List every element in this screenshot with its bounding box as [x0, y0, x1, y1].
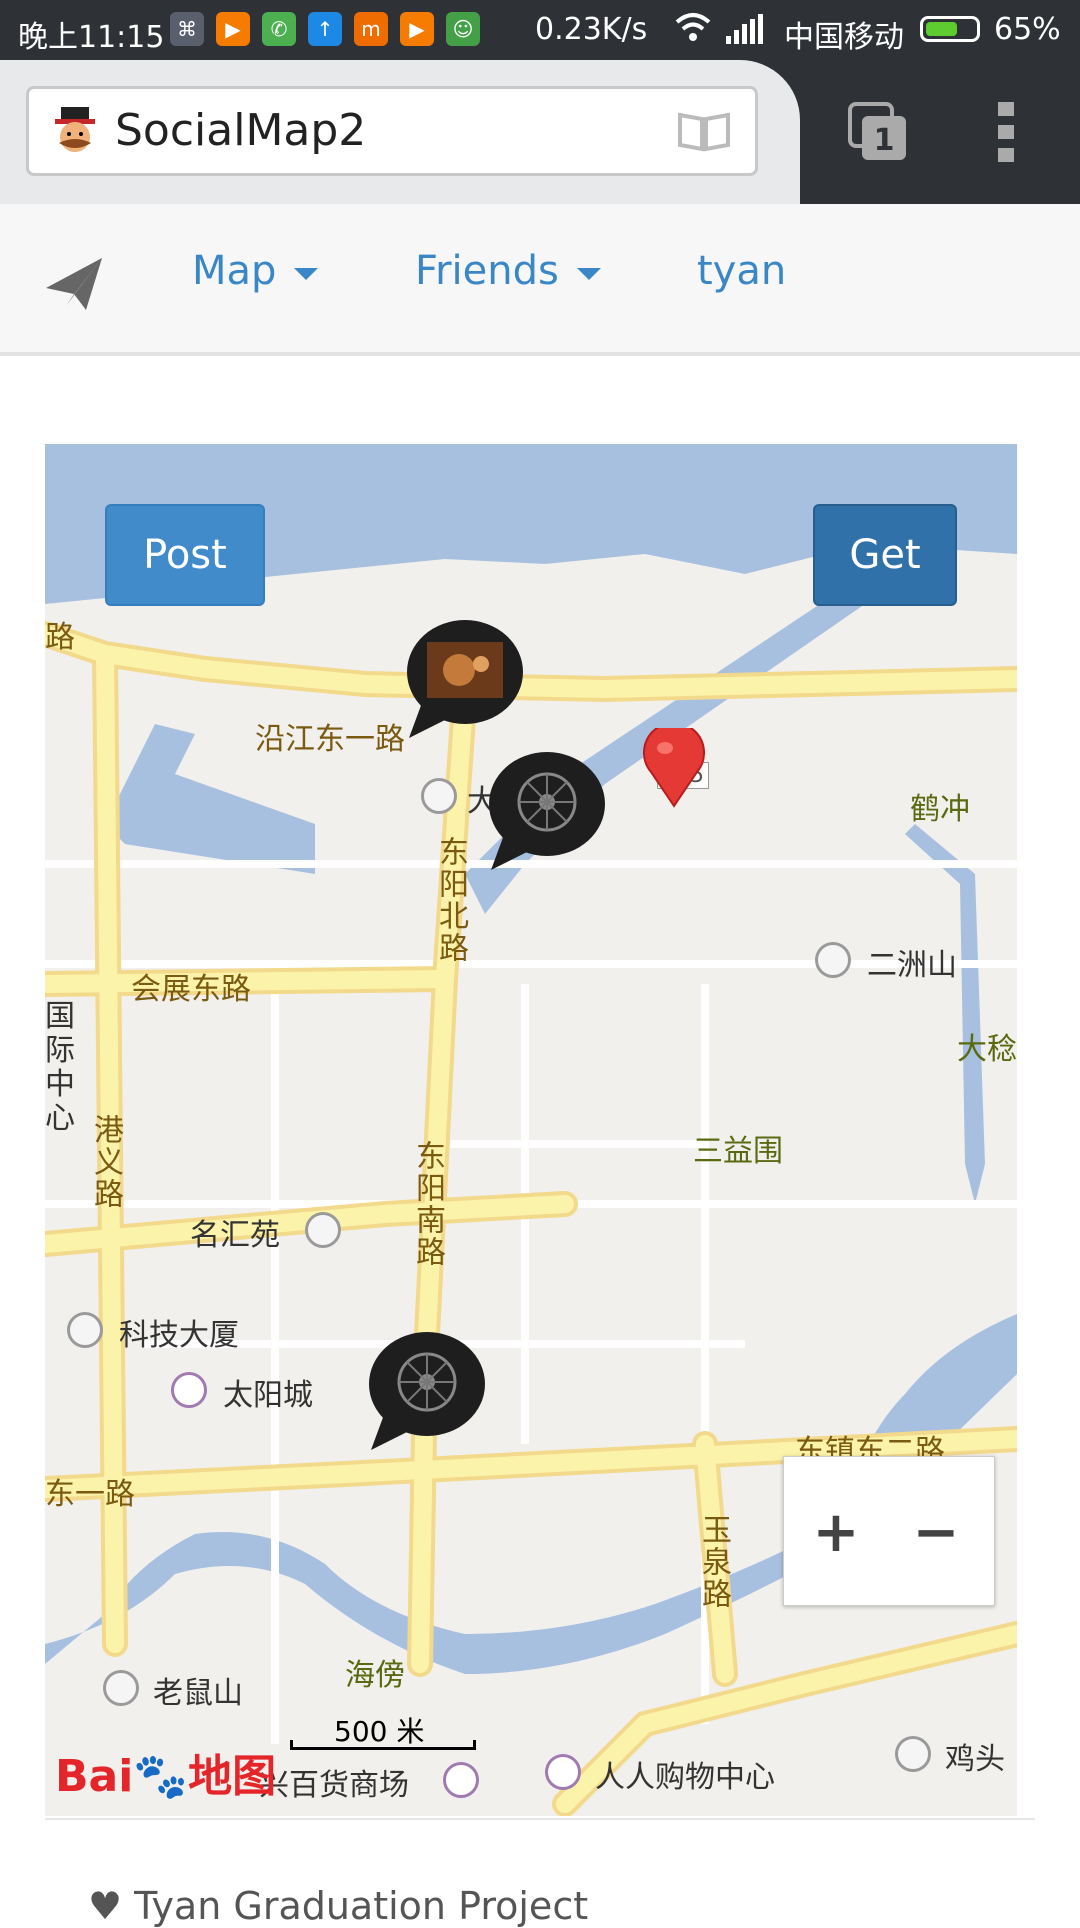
get-button[interactable]: Get [813, 504, 957, 606]
chevron-down-icon [294, 268, 319, 280]
poi-label-laoshushan: 老鼠山 [153, 1676, 243, 1711]
mountain-icon [421, 778, 457, 814]
tab-switcher-button[interactable]: 1 [848, 102, 908, 162]
nav-friends-dropdown[interactable]: Friends [415, 248, 601, 294]
mountain-icon [895, 1736, 931, 1772]
friend-post-marker[interactable] [483, 752, 609, 872]
place-label-dawen: 大稔 [957, 1032, 1017, 1067]
battery-percent: 65% [994, 12, 1061, 47]
mountain-icon [815, 942, 851, 978]
post-button[interactable]: Post [105, 504, 265, 606]
poi-label-guoji: 国际中心 [45, 999, 75, 1136]
poi-label-jitou: 鸡头 [945, 1742, 1005, 1777]
road-label-yuquan: 玉泉路 [696, 1514, 731, 1610]
map-view[interactable]: 路 沿江东一路 会展东路 东阳北路 东阳南路 港义路 玉泉路 东一路 东镇东二路… [45, 444, 1017, 1816]
poi-label-erzhoushan: 二洲山 [867, 948, 957, 983]
app-notification-icon: ⌘ [170, 12, 204, 46]
overflow-menu-icon[interactable] [996, 100, 1016, 164]
building-icon [67, 1312, 103, 1348]
wifi-icon [675, 12, 711, 52]
android-app-icon: ☺ [446, 12, 480, 46]
paper-plane-icon[interactable] [44, 254, 104, 314]
place-label-haibang: 海傍 [345, 1658, 405, 1693]
baidu-map-logo: Bai🐾地图 [55, 1740, 276, 1804]
url-bar[interactable]: SocialMap2 [26, 86, 758, 176]
video-app-icon: ▶ [400, 12, 434, 46]
nav-user-link[interactable]: tyan [697, 248, 786, 294]
status-bar: 晚上11:15 ⌘ ▶ ✆ ↑ m ▶ ☺ 0.23K/s 中国移动 65% [0, 0, 1080, 60]
friend-post-marker[interactable] [401, 620, 527, 740]
site-navbar: Map Friends tyan [0, 204, 1080, 356]
video-app-icon: ▶ [216, 12, 250, 46]
poi-label-minghuiyuan: 名汇苑 [190, 1218, 280, 1253]
shopping-bag-icon [545, 1754, 581, 1790]
phone-app-icon: ✆ [262, 12, 296, 46]
nav-map-label: Map [192, 248, 277, 294]
nav-map-dropdown[interactable]: Map [192, 248, 319, 294]
battery-level [926, 22, 957, 36]
road-label-yanjiang: 沿江东一路 [255, 722, 405, 757]
nav-friends-label: Friends [415, 248, 559, 294]
signal-icon [726, 14, 763, 44]
paw-icon: 🐾 [133, 1751, 189, 1802]
place-label-sanyiwei: 三益围 [693, 1134, 783, 1169]
road-label-huizhan: 会展东路 [131, 972, 251, 1007]
browser-tab: SocialMap2 [0, 60, 800, 204]
shopping-bag-icon [443, 1762, 479, 1798]
map-scale: 500 米 [290, 1714, 476, 1750]
shopping-bag-icon [171, 1372, 207, 1408]
upload-icon: ↑ [308, 12, 342, 46]
friend-post-marker[interactable] [363, 1332, 489, 1452]
status-time: 晚上11:15 [18, 20, 165, 55]
poi-label-renren: 人人购物中心 [595, 1760, 775, 1795]
browser-toolbar: SocialMap2 1 [0, 60, 1080, 204]
tab-count: 1 [874, 123, 895, 158]
page-title: SocialMap2 [115, 105, 367, 156]
reader-mode-icon[interactable] [677, 111, 731, 153]
place-label-hechong: 鹤冲 [910, 792, 970, 827]
current-location-pin-icon[interactable] [643, 728, 705, 808]
road-label-dongyi: 东一路 [45, 1477, 135, 1512]
tabs-icon: 1 [848, 102, 906, 160]
divider [45, 1818, 1035, 1820]
map-base-layer [45, 444, 1017, 1816]
battery-icon [920, 16, 980, 42]
carrier-name: 中国移动 [784, 20, 904, 55]
logo-text: Bai [55, 1751, 134, 1802]
zoom-out-button[interactable]: − [896, 1497, 976, 1567]
mi-app-icon: m [354, 12, 388, 46]
notification-icons: ⌘ ▶ ✆ ↑ m ▶ ☺ [170, 12, 480, 46]
zoom-control: + − [783, 1456, 995, 1606]
scale-bar [290, 1740, 476, 1750]
network-speed: 0.23K/s [535, 12, 648, 47]
mountain-icon [103, 1670, 139, 1706]
zoom-in-button[interactable]: + [796, 1497, 876, 1567]
logo-text: 地图 [188, 1751, 277, 1802]
poi-label-baihuo: 兴百货商场 [259, 1768, 409, 1803]
road-label: 路 [45, 620, 75, 655]
poi-label-taiyangcheng: 太阳城 [223, 1378, 313, 1413]
chevron-down-icon [576, 268, 601, 280]
road-label-dongyang-south: 东阳南路 [410, 1140, 445, 1268]
footer-credit: ♥ Tyan Graduation Project [88, 1884, 589, 1928]
nav-user-label: tyan [697, 248, 787, 294]
site-favicon [55, 107, 95, 152]
poi-label-kejidasha: 科技大厦 [119, 1318, 239, 1353]
road-label-dongyang-north: 东阳北路 [433, 836, 468, 964]
building-icon [305, 1212, 341, 1248]
